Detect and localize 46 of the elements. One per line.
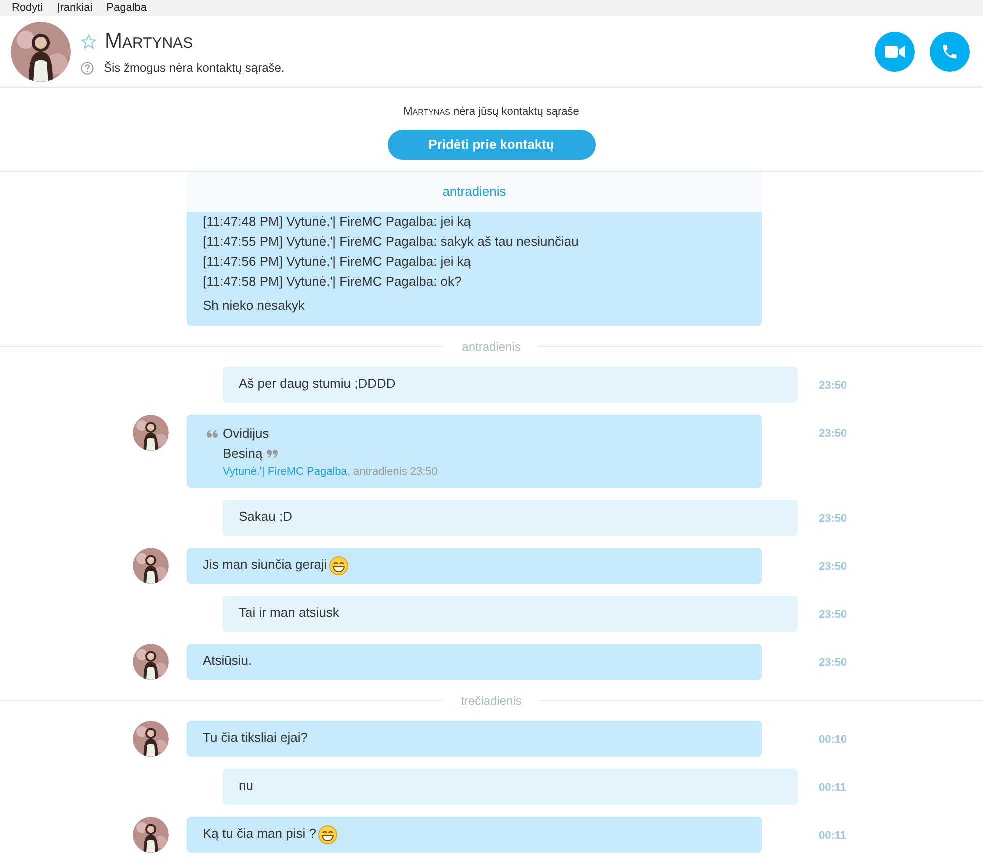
date-separator: trečiadienis <box>460 692 523 710</box>
message-bubble: nu <box>223 769 798 805</box>
message-bubble: Aš per daug stumiu ;DDDD <box>223 367 798 403</box>
message-time: 00:11 <box>819 781 847 796</box>
message-bubble: Jis man siunčia geraji <box>187 548 762 584</box>
message-bubble: Tai ir man atsiusk <box>223 596 798 632</box>
menu-item[interactable]: Pagalba <box>106 0 148 16</box>
avatar <box>133 415 169 451</box>
avatar <box>133 817 169 853</box>
message-bubble: Atsiūsiu. <box>187 644 762 680</box>
quote-text: Ovidijus <box>223 425 270 443</box>
message-time: 00:11 <box>819 829 847 844</box>
video-camera-icon <box>885 44 905 58</box>
help-icon <box>81 62 94 75</box>
avatar <box>133 548 169 584</box>
open-quote-icon <box>207 430 218 438</box>
quote-meta: , antradienis 23:50 <box>347 466 438 478</box>
message-time: 00:10 <box>819 733 848 748</box>
menu-item[interactable]: Įrankiai <box>57 0 93 16</box>
message-time: 23:50 <box>819 427 848 442</box>
menu-item[interactable]: Rodyti <box>12 0 44 16</box>
call-button[interactable] <box>930 32 970 72</box>
contact-name: Martynas <box>105 28 194 55</box>
chat-log-bubble: [11:47:48 PM] Vytunė.'| FireMC Pagalba: jei ką [11:47:55 PM] Vytunė.'| FireMC Pagalba: sakyk aš tau nesiunčiau [11:47:56 PM] Vytunė.'| FireMC Pagalba: jei ką [11:47:58 PM] Vytunė.'| FireMC Pagalba: ok? Sh nieko nesakyk <box>187 212 762 326</box>
grin-emoji-icon <box>318 824 338 845</box>
message-bubble: Tu čia tiksliai ejai? <box>187 721 762 757</box>
message-time: 23:50 <box>819 560 848 575</box>
grin-emoji-icon <box>329 556 350 576</box>
video-call-button[interactable] <box>875 32 915 72</box>
message-time: 23:50 <box>819 656 848 671</box>
sticky-date-bar: antradienis <box>187 172 762 212</box>
message-bubble: Sakau ;D <box>223 500 798 536</box>
contact-status: Šis žmogus nėra kontaktų sąraše. <box>104 60 285 78</box>
message-time: 23:50 <box>819 512 848 527</box>
date-separator: antradienis <box>461 338 522 356</box>
phone-icon <box>941 42 959 60</box>
close-quote-icon <box>266 450 278 458</box>
message-time: 23:50 <box>819 608 848 623</box>
quote-text: Besiną <box>223 445 263 463</box>
avatar <box>133 644 169 680</box>
star-icon[interactable] <box>81 34 97 50</box>
avatar <box>133 721 169 757</box>
notice-text: Martynas nėra jūsų kontaktų sąraše <box>404 105 580 120</box>
avatar <box>11 22 71 82</box>
message-time: 23:50 <box>819 379 848 394</box>
message-bubble: Ką tu čia man pisi ? <box>187 817 762 853</box>
